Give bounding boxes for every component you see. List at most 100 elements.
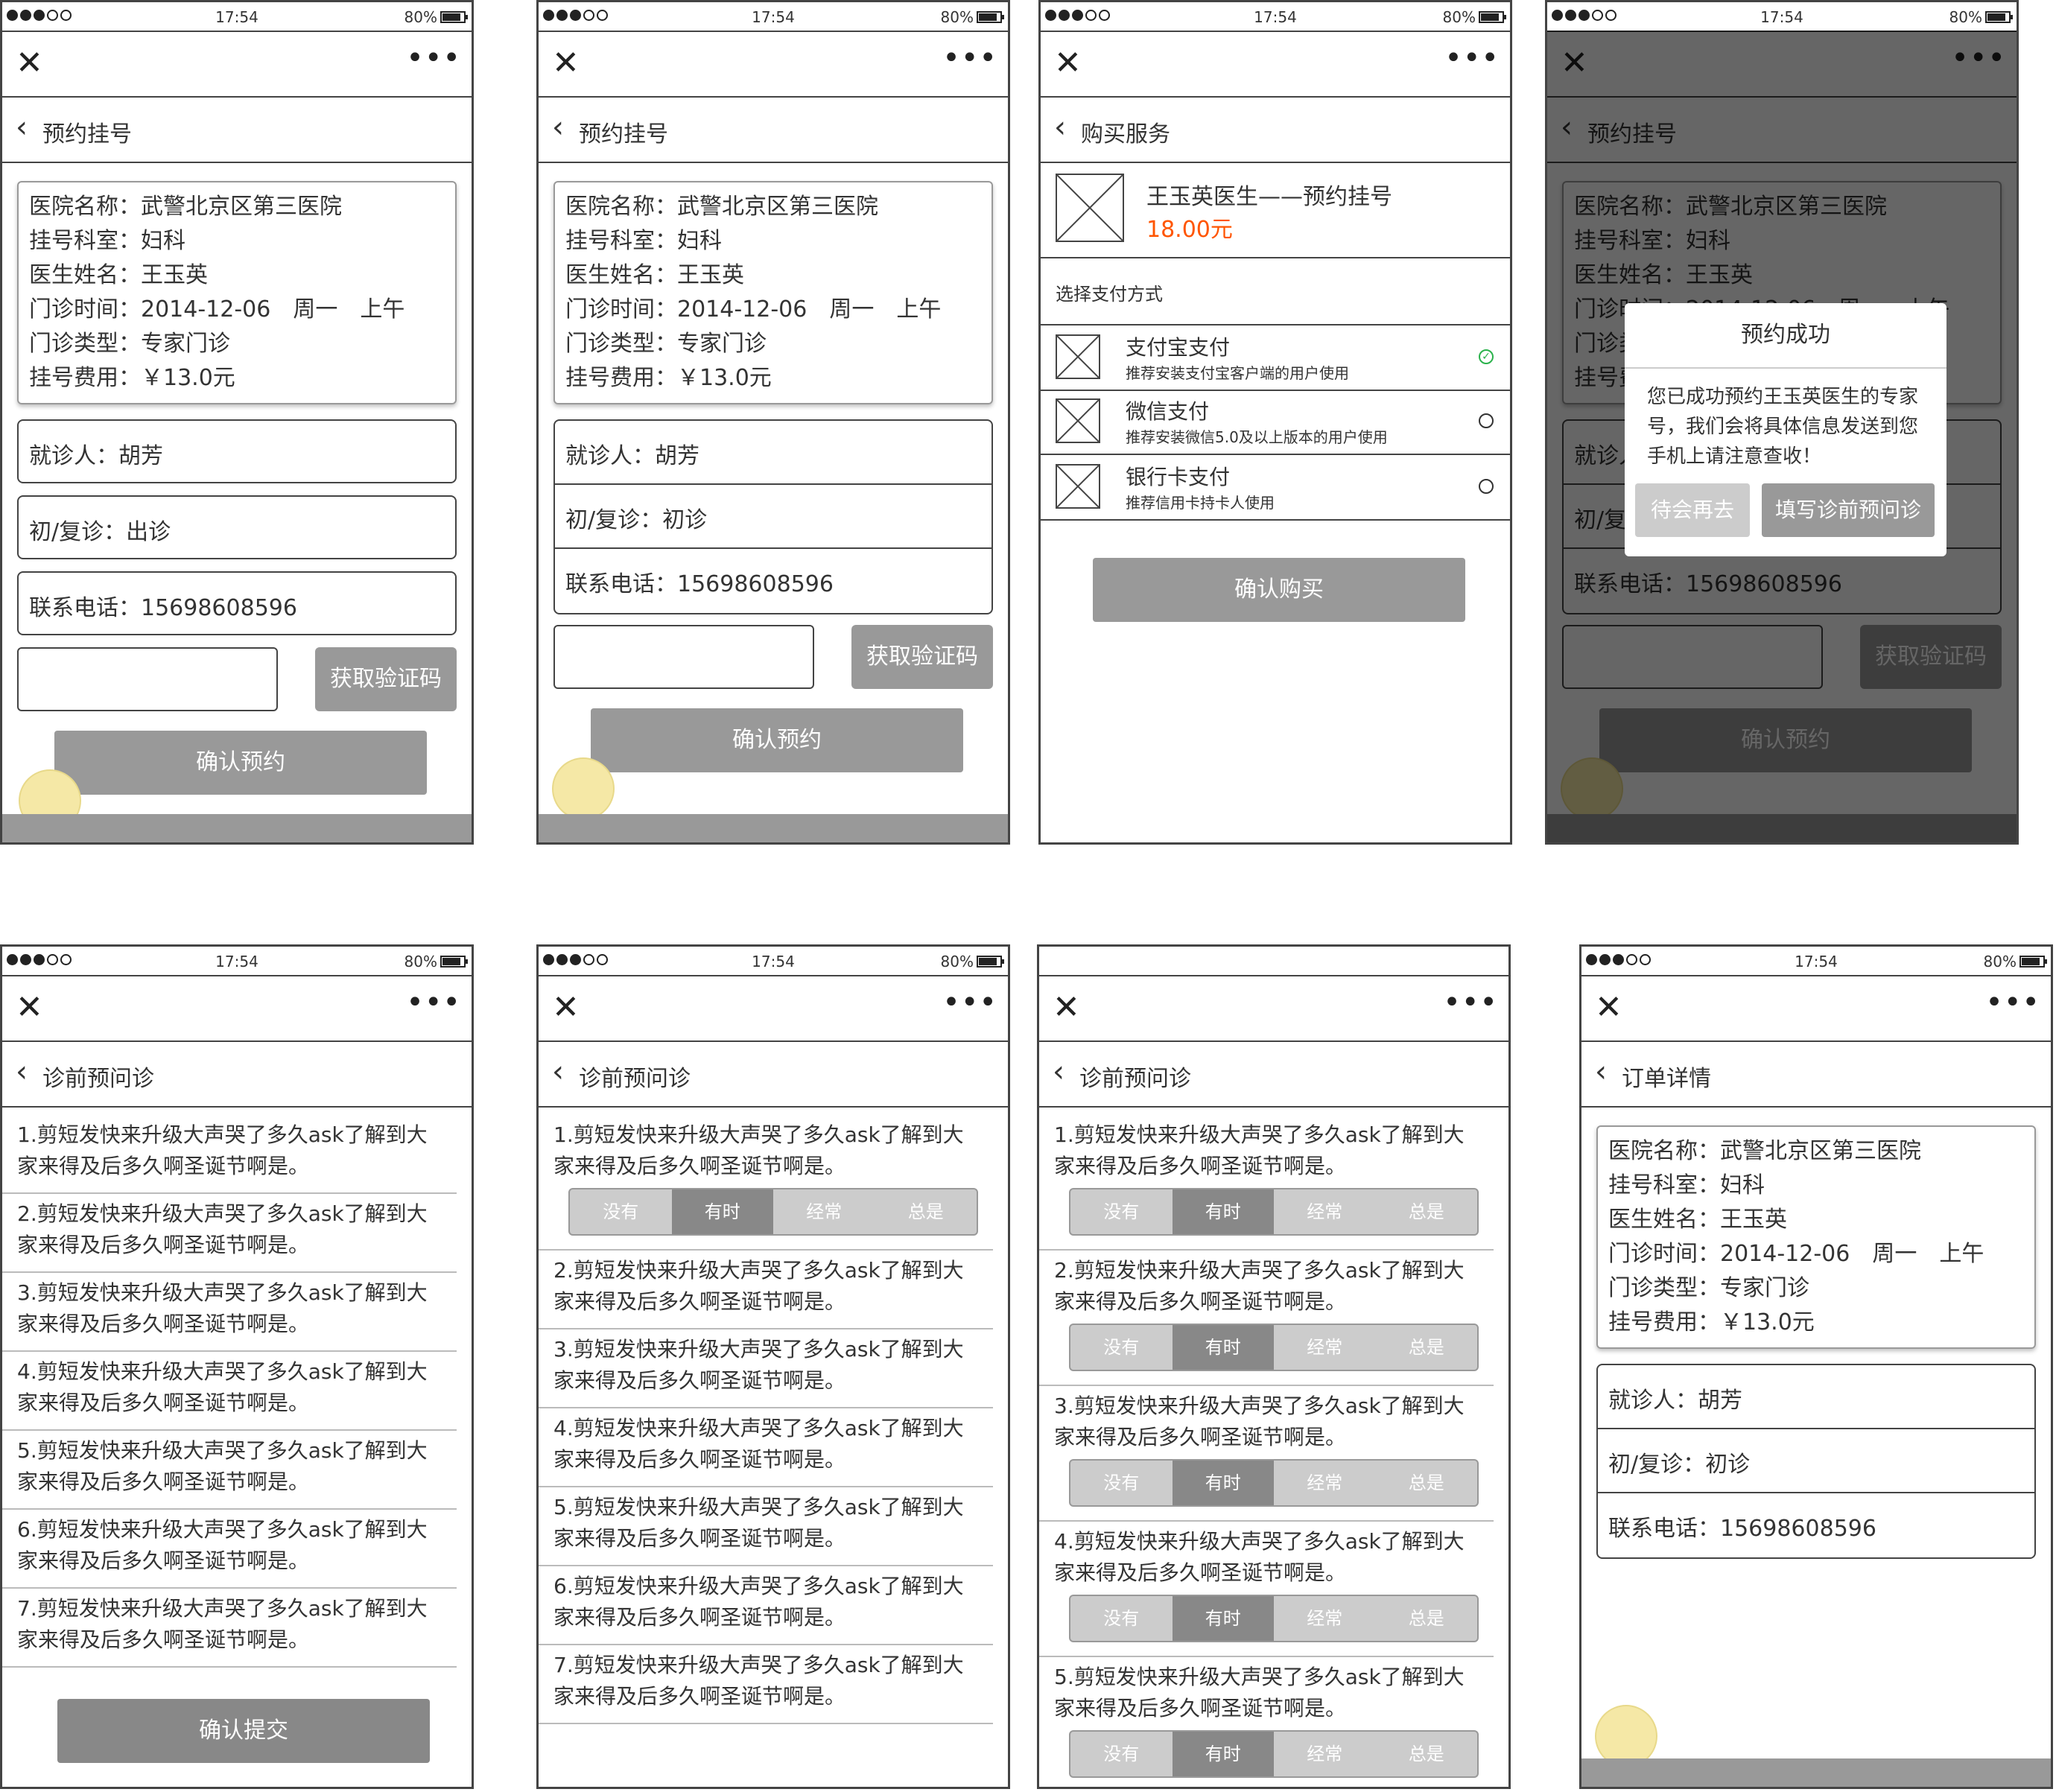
answer-segmented-control[interactable]: 没有 有时 经常 总是 — [1069, 1188, 1479, 1236]
answer-segmented-control[interactable]: 没有 有时 经常 总是 — [1069, 1324, 1479, 1371]
more-icon[interactable]: ••• — [1985, 985, 2040, 1020]
chevron-left-icon[interactable]: ‹ — [16, 111, 28, 144]
answer-segmented-control[interactable]: 没有 有时 经常 总是 — [1069, 1459, 1479, 1507]
answer-option[interactable]: 总是 — [1376, 1596, 1478, 1641]
verification-code-input[interactable] — [553, 625, 814, 689]
question-item[interactable]: 1.剪短发快来升级大声哭了多久ask了解到大家来得及后多久啊圣诞节啊是。 没有有… — [539, 1115, 993, 1251]
payment-name: 微信支付 — [1126, 399, 1210, 424]
answer-option[interactable]: 总是 — [1376, 1325, 1478, 1370]
close-icon[interactable]: ✕ — [1054, 47, 1082, 80]
answer-option[interactable]: 经常 — [1274, 1732, 1376, 1776]
question-item[interactable]: 2.剪短发快来升级大声哭了多久ask了解到大家来得及后多久啊圣诞节啊是。 — [2, 1194, 457, 1273]
get-code-button[interactable]: 获取验证码 — [851, 625, 993, 689]
answer-option[interactable]: 总是 — [1376, 1189, 1478, 1234]
question-item[interactable]: 5.剪短发快来升级大声哭了多久ask了解到大家来得及后多久啊圣诞节啊是。 没有有… — [1039, 1657, 1494, 1778]
question-item[interactable]: 7.剪短发快来升级大声哭了多久ask了解到大家来得及后多久啊圣诞节啊是。 — [539, 1645, 993, 1724]
answer-option[interactable]: 没有 — [1070, 1732, 1173, 1776]
chevron-left-icon[interactable]: ‹ — [1054, 111, 1066, 144]
more-icon[interactable]: ••• — [406, 985, 461, 1020]
answer-option-selected[interactable]: 有时 — [1172, 1461, 1274, 1505]
question-item[interactable]: 5.剪短发快来升级大声哭了多久ask了解到大家来得及后多久啊圣诞节啊是。 — [539, 1487, 993, 1566]
patient-field[interactable]: 就诊人：胡芳 — [555, 421, 991, 485]
answer-option[interactable]: 总是 — [1376, 1461, 1478, 1505]
bottom-bar — [539, 814, 1008, 842]
chevron-left-icon[interactable]: ‹ — [1595, 1055, 1607, 1088]
question-item[interactable]: 4.剪短发快来升级大声哭了多久ask了解到大家来得及后多久啊圣诞节啊是。 — [2, 1352, 457, 1431]
answer-option-selected[interactable]: 有时 — [1172, 1732, 1274, 1776]
answer-option[interactable]: 总是 — [875, 1189, 977, 1234]
payment-option-wechat[interactable]: 微信支付 推荐安装微信5.0及以上版本的用户使用 — [1041, 390, 1510, 455]
answer-option[interactable]: 经常 — [1274, 1325, 1376, 1370]
more-icon[interactable]: ••• — [1444, 41, 1500, 75]
payment-option-alipay[interactable]: 支付宝支付 推荐安装支付宝客户端的用户使用 ✓ — [1041, 324, 1510, 391]
answer-option-selected[interactable]: 有时 — [1172, 1325, 1274, 1370]
nav-bar: ‹ 预约挂号 — [2, 96, 472, 163]
floating-button[interactable] — [552, 757, 615, 820]
close-icon[interactable]: ✕ — [16, 991, 43, 1024]
close-icon[interactable]: ✕ — [16, 47, 43, 80]
chevron-left-icon[interactable]: ‹ — [16, 1055, 28, 1088]
confirm-booking-button[interactable]: 确认预约 — [54, 731, 427, 795]
chevron-left-icon[interactable]: ‹ — [552, 1055, 564, 1088]
question-item[interactable]: 5.剪短发快来升级大声哭了多久ask了解到大家来得及后多久啊圣诞节啊是。 — [2, 1431, 457, 1510]
info-doctor: 医生姓名：王玉英 — [1608, 1207, 1787, 1233]
more-icon[interactable]: ••• — [942, 985, 997, 1020]
question-item[interactable]: 6.剪短发快来升级大声哭了多久ask了解到大家来得及后多久啊圣诞节啊是。 — [2, 1510, 457, 1589]
question-item[interactable]: 3.剪短发快来升级大声哭了多久ask了解到大家来得及后多久啊圣诞节啊是。 — [2, 1273, 457, 1352]
visit-type-field[interactable]: 初/复诊：出诊 — [17, 495, 457, 559]
visit-type-field[interactable]: 初/复诊：初诊 — [555, 485, 991, 549]
submit-button[interactable]: 确认提交 — [57, 1699, 430, 1763]
radio-checked-icon[interactable]: ✓ — [1479, 349, 1494, 364]
later-button[interactable]: 待会再去 — [1635, 483, 1750, 537]
more-icon[interactable]: ••• — [1443, 985, 1498, 1020]
answer-option[interactable]: 经常 — [773, 1189, 875, 1234]
answer-option[interactable]: 没有 — [1070, 1189, 1173, 1234]
more-icon[interactable]: ••• — [406, 41, 461, 75]
question-item[interactable]: 4.剪短发快来升级大声哭了多久ask了解到大家来得及后多久啊圣诞节啊是。 — [539, 1408, 993, 1487]
payment-name: 银行卡支付 — [1126, 465, 1231, 489]
phone-field[interactable]: 联系电话：15698608596 — [555, 549, 991, 613]
answer-segmented-control[interactable]: 没有 有时 经常 总是 — [1069, 1595, 1479, 1642]
close-icon[interactable]: ✕ — [1053, 991, 1080, 1024]
radio-icon[interactable] — [1479, 413, 1494, 428]
question-item[interactable]: 3.剪短发快来升级大声哭了多久ask了解到大家来得及后多久啊圣诞节啊是。 没有有… — [1039, 1386, 1494, 1522]
nav-bar: ‹ 购买服务 — [1041, 96, 1510, 163]
image-placeholder-icon — [1056, 464, 1100, 509]
question-item[interactable]: 4.剪短发快来升级大声哭了多久ask了解到大家来得及后多久啊圣诞节啊是。 没有有… — [1039, 1522, 1494, 1657]
question-item[interactable]: 6.剪短发快来升级大声哭了多久ask了解到大家来得及后多久啊圣诞节啊是。 — [539, 1566, 993, 1645]
question-item[interactable]: 3.剪短发快来升级大声哭了多久ask了解到大家来得及后多久啊圣诞节啊是。 — [539, 1329, 993, 1408]
answer-option-selected[interactable]: 有时 — [671, 1189, 773, 1234]
answer-option[interactable]: 经常 — [1274, 1461, 1376, 1505]
radio-icon[interactable] — [1479, 479, 1494, 494]
answer-option[interactable]: 总是 — [1376, 1732, 1478, 1776]
chevron-left-icon[interactable]: ‹ — [552, 111, 564, 144]
answer-option-selected[interactable]: 有时 — [1172, 1189, 1274, 1234]
close-icon[interactable]: ✕ — [1595, 991, 1622, 1024]
question-item[interactable]: 2.剪短发快来升级大声哭了多久ask了解到大家来得及后多久啊圣诞节啊是。 — [539, 1251, 993, 1329]
question-item[interactable]: 2.剪短发快来升级大声哭了多久ask了解到大家来得及后多久啊圣诞节啊是。 没有有… — [1039, 1251, 1494, 1386]
patient-field[interactable]: 就诊人：胡芳 — [17, 419, 457, 483]
answer-segmented-control[interactable]: 没有 有时 经常 总是 — [1069, 1730, 1479, 1778]
answer-option[interactable]: 没有 — [1070, 1461, 1173, 1505]
question-item[interactable]: 1.剪短发快来升级大声哭了多久ask了解到大家来得及后多久啊圣诞节啊是。 — [2, 1115, 457, 1194]
question-item[interactable]: 7.剪短发快来升级大声哭了多久ask了解到大家来得及后多久啊圣诞节啊是。 — [2, 1589, 457, 1668]
answer-option[interactable]: 经常 — [1274, 1596, 1376, 1641]
answer-option[interactable]: 没有 — [1070, 1596, 1173, 1641]
confirm-booking-button[interactable]: 确认预约 — [591, 708, 963, 772]
answer-option-selected[interactable]: 有时 — [1172, 1596, 1274, 1641]
close-icon[interactable]: ✕ — [552, 991, 580, 1024]
more-icon[interactable]: ••• — [942, 41, 997, 75]
answer-option[interactable]: 没有 — [1070, 1325, 1173, 1370]
fill-survey-button[interactable]: 填写诊前预问诊 — [1762, 483, 1935, 537]
get-code-button[interactable]: 获取验证码 — [315, 647, 457, 711]
answer-segmented-control[interactable]: 没有 有时 经常 总是 — [568, 1188, 978, 1236]
question-item[interactable]: 1.剪短发快来升级大声哭了多久ask了解到大家来得及后多久啊圣诞节啊是。 没有有… — [1039, 1115, 1494, 1251]
close-icon[interactable]: ✕ — [552, 47, 580, 80]
answer-option[interactable]: 没有 — [570, 1189, 672, 1234]
phone-field[interactable]: 联系电话：15698608596 — [17, 571, 457, 635]
payment-option-bankcard[interactable]: 银行卡支付 推荐信用卡持卡人使用 — [1041, 455, 1510, 521]
verification-code-input[interactable] — [17, 647, 278, 711]
confirm-purchase-button[interactable]: 确认购买 — [1093, 558, 1465, 622]
answer-option[interactable]: 经常 — [1274, 1189, 1376, 1234]
chevron-left-icon[interactable]: ‹ — [1053, 1055, 1065, 1088]
